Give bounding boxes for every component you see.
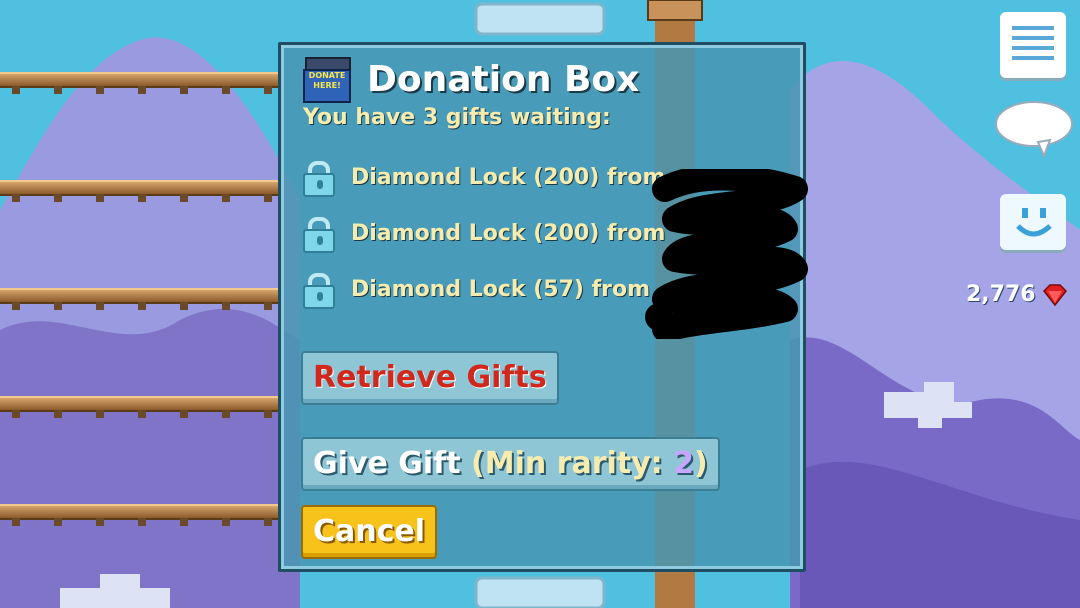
dialog-title: Donation Box [367,59,640,100]
give-gift-button[interactable]: Give Gift (Min rarity: 2) [301,437,720,491]
gift-row-text: Diamond Lock (200) from [351,220,666,246]
gem-counter: 2,776 [966,282,1068,307]
donate-box-icon-label: DONATE HERE! [303,69,351,103]
donate-box-icon: DONATE HERE! [303,57,351,103]
wooden-platform [0,504,278,526]
diamond-lock-icon [301,161,335,197]
min-rarity-close: ) [694,446,708,481]
donation-box-dialog: DONATE HERE! Donation Box You have 3 gif… [278,42,808,572]
gifts-waiting-text: You have 3 gifts waiting: [303,105,611,130]
give-gift-label: Give Gift [313,446,461,481]
redaction-scribble [645,169,808,339]
gift-row: Diamond Lock (57) from [301,269,650,309]
wooden-platform [0,396,278,418]
gem-icon [1042,283,1067,306]
gem-count: 2,776 [966,282,1036,307]
gift-row: Diamond Lock (200) from [301,157,665,197]
menu-list-icon[interactable] [1000,12,1066,78]
gift-row: Diamond Lock (200) from [301,213,665,253]
wooden-platform [0,72,278,94]
min-rarity-value: 2 [673,446,694,481]
diamond-lock-icon [301,217,335,253]
cancel-button[interactable]: Cancel [301,505,438,559]
chat-bubble-icon[interactable] [994,100,1074,158]
gift-row-text: Diamond Lock (200) from [351,164,666,190]
wooden-platform [0,288,278,310]
smiley-face-icon[interactable] [1000,194,1066,250]
wooden-platform [0,180,278,202]
min-rarity-label: (Min rarity: [471,446,674,481]
retrieve-gifts-button[interactable]: Retrieve Gifts [301,351,559,405]
gift-row-text: Diamond Lock (57) from [351,276,651,302]
diamond-lock-icon [301,273,335,309]
